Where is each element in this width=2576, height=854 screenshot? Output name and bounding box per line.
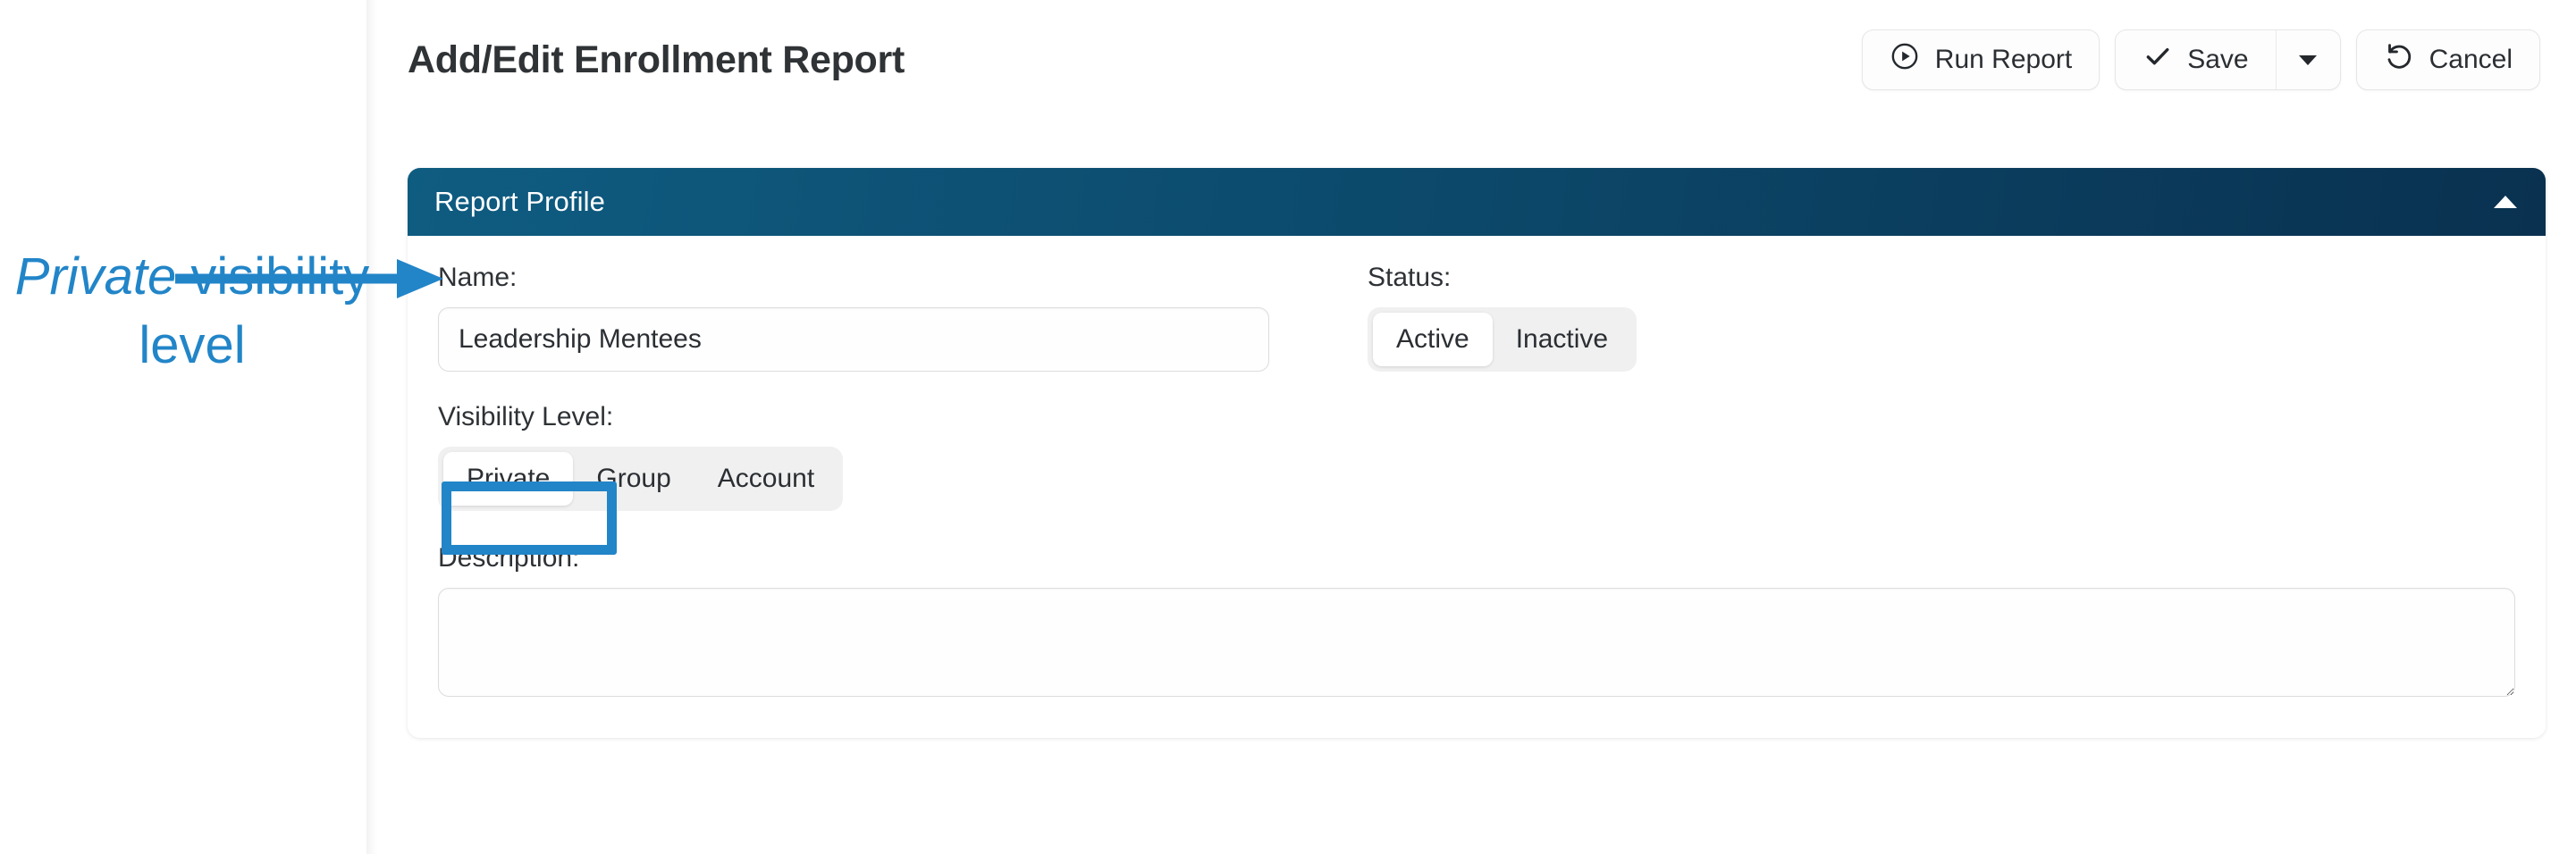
check-icon (2142, 41, 2173, 79)
chevron-down-icon (2299, 54, 2318, 65)
main-content: Add/Edit Enrollment Report Run Report Sa… (377, 0, 2576, 854)
report-profile-title: Report Profile (434, 186, 605, 217)
status-label: Status: (1368, 263, 1452, 292)
header-action-buttons: Run Report Save Cancel (1861, 29, 2540, 90)
page-header: Add/Edit Enrollment Report Run Report Sa… (377, 0, 2576, 120)
visibility-option-private[interactable]: Private (443, 452, 574, 506)
report-profile-card-header[interactable]: Report Profile (408, 168, 2546, 236)
caret-up-icon[interactable] (2494, 196, 2517, 208)
status-field-group: Status: Active Inactive (1368, 263, 1637, 372)
status-option-inactive[interactable]: Inactive (1493, 313, 1631, 366)
description-textarea[interactable] (438, 588, 2515, 697)
report-profile-card-body: Name: Status: Active Inactive Visibility… (408, 236, 2546, 738)
description-field-group: Description: (438, 543, 2515, 697)
name-label: Name: (438, 263, 518, 292)
save-button[interactable]: Save (2116, 30, 2275, 89)
page-title: Add/Edit Enrollment Report (408, 38, 905, 81)
left-sidebar-rail (0, 0, 366, 854)
name-input[interactable] (438, 307, 1269, 372)
save-dropdown-button[interactable] (2275, 30, 2340, 89)
visibility-option-account[interactable]: Account (695, 452, 838, 506)
play-circle-icon (1890, 41, 1920, 79)
sidebar-divider (366, 0, 377, 854)
report-profile-card: Report Profile Name: Status: Active Inac… (408, 168, 2546, 738)
visibility-level-segmented-control: Private Group Account (438, 447, 844, 511)
visibility-option-group[interactable]: Group (573, 452, 694, 506)
undo-icon (2384, 41, 2414, 79)
status-option-active[interactable]: Active (1373, 313, 1493, 366)
name-status-row: Name: Status: Active Inactive (438, 263, 2515, 372)
save-label: Save (2187, 45, 2249, 74)
run-report-label: Run Report (1934, 45, 2073, 74)
cancel-button[interactable]: Cancel (2355, 29, 2540, 90)
save-button-group: Save (2115, 29, 2341, 90)
description-label: Description: (438, 543, 580, 573)
name-field-group: Name: (438, 263, 1314, 372)
visibility-level-label: Visibility Level: (438, 402, 614, 431)
visibility-level-field-group: Visibility Level: Private Group Account (438, 402, 2515, 511)
run-report-button[interactable]: Run Report (1861, 29, 2100, 90)
cancel-label: Cancel (2429, 45, 2513, 74)
status-segmented-control: Active Inactive (1368, 307, 1637, 372)
